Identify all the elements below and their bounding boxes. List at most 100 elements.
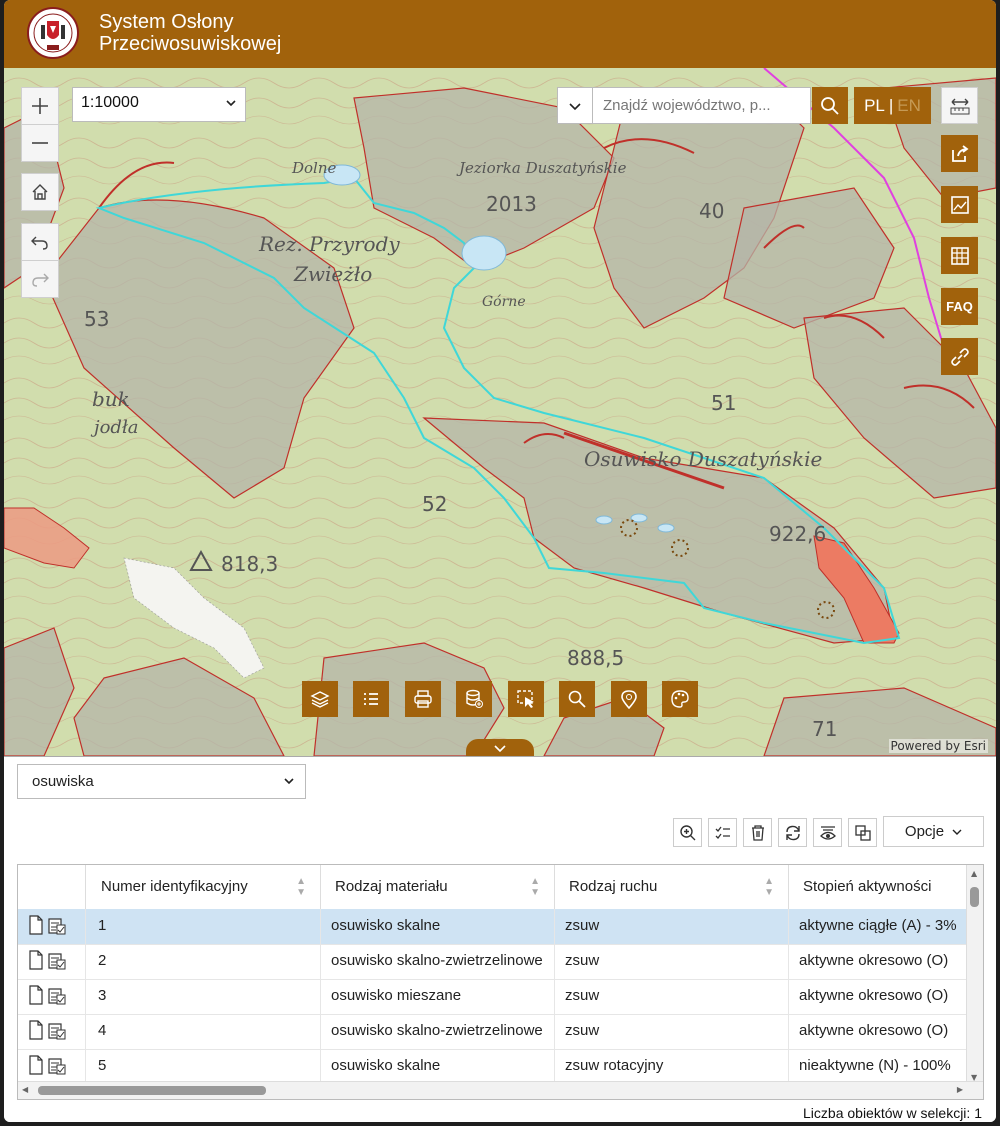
zoom-out-button[interactable] (21, 124, 59, 162)
vertical-scrollbar[interactable]: ▲ ▼ (966, 865, 983, 1084)
layer-select-value: osuwiska (32, 773, 94, 790)
table-row[interactable]: 3 osuwisko mieszane zsuw aktywne okresowo (… (18, 979, 968, 1015)
cell-material: osuwisko skalne (320, 1049, 554, 1084)
attribute-table-button[interactable] (941, 237, 978, 274)
lang-separator: | (888, 95, 894, 115)
refresh-button[interactable] (778, 818, 807, 847)
document-icon[interactable] (28, 1055, 44, 1075)
table-row[interactable]: 1 osuwisko skalne zsuw aktywne ciągłe (A) -… (18, 909, 968, 945)
label-52: 52 (422, 492, 447, 516)
lang-pl[interactable]: PL (864, 96, 885, 116)
document-icon[interactable] (28, 985, 44, 1005)
table-row[interactable]: 5 osuwisko skalne zsuw rotacyjny nieaktywne… (18, 1049, 968, 1085)
zoom-in-button[interactable] (21, 87, 59, 125)
locate-button[interactable] (611, 681, 647, 717)
measure-button[interactable] (941, 87, 978, 124)
label-818: 818,3 (221, 552, 278, 576)
layer-select[interactable]: osuwiska (17, 764, 306, 799)
basemap-button[interactable] (941, 186, 978, 223)
undo-extent-button[interactable] (21, 223, 59, 261)
chevron-down-icon (569, 102, 581, 110)
document-icon[interactable] (28, 915, 44, 935)
clear-selection-button[interactable] (743, 818, 772, 847)
map-canvas[interactable]: Dolne Jeziorka Duszatyńskie Rez. Przyrod… (4, 68, 996, 756)
search-source-dropdown[interactable] (557, 87, 593, 124)
layers-icon (310, 691, 330, 708)
label-71: 71 (812, 717, 837, 741)
link-icon (950, 347, 969, 366)
layers-button[interactable] (302, 681, 338, 717)
query-button[interactable] (559, 681, 595, 717)
app-title: System Osłony Przeciwosuwiskowej (99, 11, 281, 55)
table-row[interactable]: 4 osuwisko skalno-zwietrzelinowe zsuw aktyw… (18, 1014, 968, 1050)
column-header-activity[interactable]: Stopień aktywności (788, 865, 968, 909)
map-image-icon (950, 195, 969, 214)
row-actions-header (18, 865, 85, 909)
selection-count: Liczba obiektów w selekcji: 1 (803, 1105, 982, 1121)
cell-material: osuwisko skalne (320, 909, 554, 944)
row-actions (18, 1014, 85, 1049)
symbology-button[interactable] (662, 681, 698, 717)
zoom-to-feature-icon[interactable] (48, 915, 66, 935)
share-button[interactable] (941, 135, 978, 172)
attribute-table[interactable]: Numer identyfikacyjny ▲ ▼ Rodzaj materiał… (17, 864, 984, 1100)
scroll-up-icon[interactable]: ▲ (971, 869, 977, 878)
link-button[interactable] (941, 338, 978, 375)
palette-icon (671, 690, 689, 708)
list-icon (364, 693, 378, 705)
map-attribution[interactable]: Powered by Esri (888, 739, 988, 753)
add-data-button[interactable] (456, 681, 492, 717)
legend-button[interactable] (353, 681, 389, 717)
institute-logo (27, 7, 79, 59)
scroll-left-icon[interactable]: ◀ (22, 1085, 28, 1094)
select-all-button[interactable] (708, 818, 737, 847)
collapse-panel-button[interactable] (466, 739, 534, 756)
lang-en[interactable]: EN (897, 96, 921, 116)
label-922: 922,6 (769, 522, 826, 546)
zoom-to-feature-icon[interactable] (48, 985, 66, 1005)
zoom-to-feature-icon[interactable] (48, 1055, 66, 1075)
cell-id: 4 (85, 1014, 320, 1049)
search-input[interactable]: Znajdź województwo, p... (593, 87, 811, 124)
table-icon (950, 246, 969, 265)
horizontal-scroll-thumb[interactable] (38, 1086, 266, 1095)
search-icon (821, 96, 839, 115)
table-row[interactable]: 2 osuwisko skalno-zwietrzelinowe zsuw aktyw… (18, 944, 968, 980)
faq-button[interactable]: FAQ (941, 288, 978, 325)
options-label: Opcje (904, 823, 945, 840)
language-switch[interactable]: PL | EN (854, 87, 931, 124)
vertical-scroll-thumb[interactable] (970, 887, 979, 907)
search-button[interactable] (812, 87, 848, 124)
switch-selection-button[interactable] (848, 818, 877, 847)
scroll-right-icon[interactable]: ▶ (957, 1085, 963, 1094)
scale-select[interactable]: 1:10000 (72, 87, 246, 122)
column-header-material[interactable]: Rodzaj materiału ▲ ▼ (320, 865, 554, 909)
sort-icon: ▲ ▼ (296, 876, 306, 898)
horizontal-scrollbar[interactable]: ◀ ▶ (18, 1081, 983, 1099)
sort-icon: ▲ ▼ (530, 876, 540, 898)
document-icon[interactable] (28, 950, 44, 970)
label-51: 51 (711, 391, 736, 415)
search-list-icon (568, 690, 586, 708)
title-line-1: System Osłony (99, 11, 234, 33)
home-button[interactable] (21, 173, 59, 211)
map-view[interactable]: Dolne Jeziorka Duszatyńskie Rez. Przyrod… (4, 68, 996, 756)
select-button[interactable] (508, 681, 544, 717)
document-icon[interactable] (28, 1020, 44, 1040)
options-dropdown[interactable]: Opcje (883, 816, 984, 847)
column-header-id[interactable]: Numer identyfikacyjny ▲ ▼ (85, 865, 320, 909)
cell-activity: aktywne okresowo (O) (788, 944, 968, 979)
column-header-movement[interactable]: Rodzaj ruchu ▲ ▼ (554, 865, 788, 909)
redo-icon (32, 273, 49, 287)
zoom-to-selection-button[interactable] (673, 818, 702, 847)
show-hide-button[interactable] (813, 818, 842, 847)
zoom-to-feature-icon[interactable] (48, 1020, 66, 1040)
print-button[interactable] (405, 681, 441, 717)
cell-id: 5 (85, 1049, 320, 1084)
zoom-to-feature-icon[interactable] (48, 950, 66, 970)
refresh-icon (785, 825, 800, 840)
cell-id: 1 (85, 909, 320, 944)
home-icon (32, 184, 48, 200)
redo-extent-button[interactable] (21, 260, 59, 298)
cell-movement: zsuw (554, 1014, 788, 1049)
